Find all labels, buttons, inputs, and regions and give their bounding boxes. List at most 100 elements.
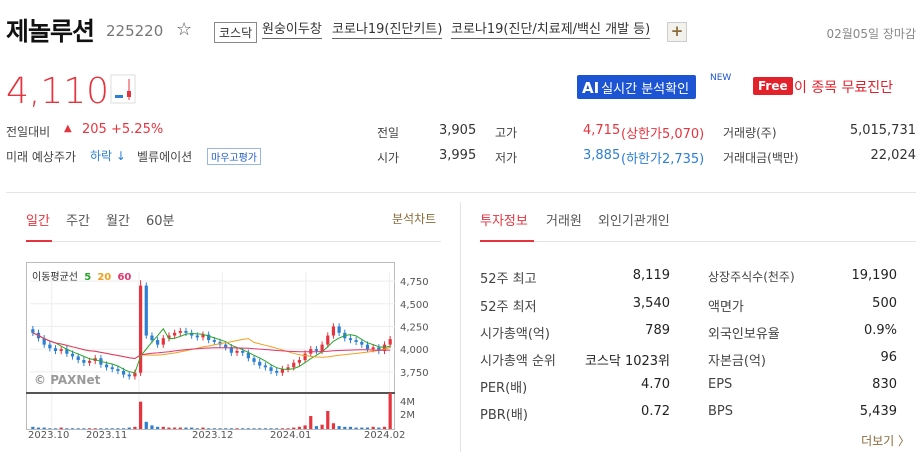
candle-body [53, 348, 58, 351]
volume-bar [377, 427, 381, 429]
high-value: 4,715 [583, 123, 621, 138]
candle-body [161, 338, 165, 345]
ma-60-label: 60 [117, 272, 132, 283]
candle-body [320, 344, 324, 351]
volume-bar [116, 428, 120, 430]
tab-daily[interactable]: 일간 [26, 210, 50, 229]
ma-5-label: 5 [84, 272, 92, 283]
candle-body [82, 360, 86, 363]
volume-bar [99, 428, 103, 430]
paxnet-watermark: © PAXNet [34, 373, 101, 387]
candle-body [331, 326, 336, 336]
tab-brokers[interactable]: 거래원 [546, 210, 582, 229]
tab-invest-info[interactable]: 투자정보 [480, 210, 528, 229]
forecast-value[interactable]: 하락 ↓ [90, 147, 126, 164]
volume-bar [36, 427, 41, 429]
candle-body [76, 356, 80, 361]
stock-name: 제놀루션 [6, 17, 95, 46]
stock-code: 225220 [106, 22, 164, 40]
low-label: 저가 [495, 151, 518, 165]
volume-label: 거래량(주) [723, 126, 777, 140]
y-tick-label: 4,750 [400, 277, 429, 288]
invest-right-value: 5,439 [859, 404, 897, 419]
theme-link-3[interactable]: 코로나19(진단/치료제/백신 개발 등) [451, 22, 651, 39]
price-chart[interactable]: 4,750 4,500 4,250 4,000 3,750 4M 2M 2023.10 2023… [26, 262, 436, 447]
volume-bar [314, 426, 319, 429]
volume-bar [110, 428, 114, 430]
candle-body [258, 361, 262, 366]
high-label: 고가 [495, 126, 518, 140]
candle-body [246, 352, 250, 359]
candle-body [150, 335, 154, 341]
up-arrow-icon: ▲ [64, 123, 72, 134]
current-price: 4,110 [6, 71, 110, 112]
tab-monthly[interactable]: 월간 [106, 210, 130, 229]
volume-bar [161, 426, 165, 429]
volume-bar [70, 428, 75, 430]
volume-bar [156, 426, 160, 429]
volume-bar [354, 427, 358, 429]
valuation-label: 벨류에이션 [137, 150, 193, 164]
tab-underline [26, 241, 441, 242]
tab-investors[interactable]: 외인기관개인 [598, 210, 670, 229]
candle-body [195, 335, 199, 338]
candle-body [292, 362, 296, 368]
candle-body [354, 340, 358, 342]
candle-body [275, 370, 279, 373]
low-limit: (하한가2,735) [621, 152, 705, 167]
high-limit: (상한가5,070) [621, 127, 705, 142]
volume-bar [331, 423, 336, 429]
y-tick-label: 4,000 [400, 345, 429, 356]
candle-body [110, 367, 114, 370]
x-tick-label: 2023.10 [28, 430, 69, 441]
candle-body [184, 331, 188, 333]
more-link[interactable]: 더보기 〉 [861, 432, 910, 449]
volume-bar [235, 428, 239, 430]
candle-body [365, 344, 370, 350]
volume-bar [184, 427, 188, 429]
candle-body [241, 350, 245, 353]
candle-body [104, 364, 109, 368]
ai-analysis-button[interactable]: AI 실시간 분석확인 [577, 75, 697, 99]
invest-left-label: 52주 최저 [480, 300, 537, 315]
theme-link-1[interactable]: 원숭이두창 [262, 22, 322, 39]
volume-bar [309, 416, 313, 429]
volume-bar [53, 428, 58, 430]
volume-bar [65, 428, 69, 430]
candle-body [263, 365, 267, 368]
market-status: 02월05일 장마감 [826, 27, 916, 41]
volume-bar [139, 401, 143, 429]
invest-left-value: 4.70 [641, 377, 670, 392]
volume-bar [382, 426, 387, 429]
star-outline-icon[interactable]: ☆ [176, 19, 192, 40]
free-badge[interactable]: Free [753, 77, 793, 95]
volume-bar [343, 426, 347, 429]
valuation-badge[interactable]: 마우고평가 [207, 148, 261, 165]
invest-right-label: EPS [708, 377, 733, 392]
volume-bar [365, 427, 370, 429]
volume-bar [218, 428, 222, 430]
analysis-chart-link[interactable]: 분석차트 [392, 210, 436, 227]
x-tick-label: 2024.01 [270, 430, 311, 441]
theme-link-2[interactable]: 코로나19(진단키트) [332, 22, 443, 39]
volume-bar [303, 425, 307, 429]
tab-weekly[interactable]: 주간 [66, 210, 90, 229]
mini-candle-icon [110, 74, 136, 104]
free-diagnosis-link[interactable]: 이 종목 무료진단 [794, 77, 893, 97]
volume-bar [133, 426, 137, 429]
open-value: 3,995 [439, 148, 477, 163]
volume-bar [59, 427, 63, 429]
open-label: 시가 [377, 151, 400, 165]
amount-label: 거래대금(백만) [723, 151, 799, 165]
volume-value: 5,015,731 [849, 123, 916, 138]
volume-bar [348, 426, 353, 429]
invest-left-label: 시가총액 순위 [480, 354, 556, 369]
volume-bar [286, 428, 290, 430]
x-tick-label: 2023.11 [86, 430, 127, 441]
active-info-tab-indicator [480, 240, 534, 242]
tab-60min[interactable]: 60분 [146, 210, 175, 229]
candle-body [156, 340, 160, 345]
x-tick-label: 2024.02 [364, 430, 405, 441]
candle-body [70, 353, 75, 357]
add-theme-button[interactable]: + [667, 22, 687, 42]
